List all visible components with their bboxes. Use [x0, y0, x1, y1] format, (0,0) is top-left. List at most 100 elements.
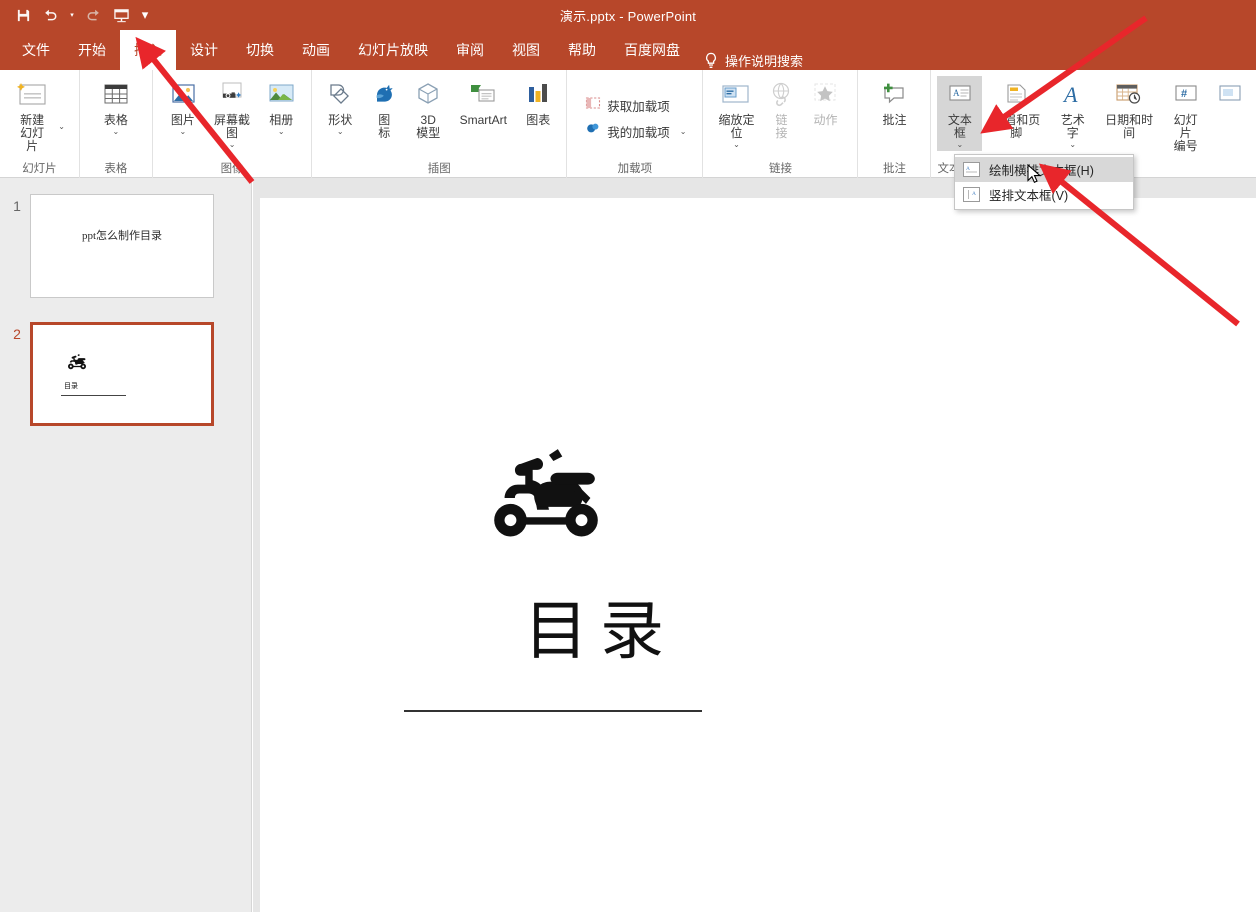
- table-icon: [100, 78, 132, 114]
- ribbon-group-images: 图片 ⌄ 屏幕截图 ⌄ 相册 ⌄ 图像: [151, 70, 311, 178]
- group-label-images: 图像: [220, 163, 244, 175]
- menu-item-draw-horizontal-text-box[interactable]: A 绘制横排文本框(H): [955, 157, 1133, 182]
- smartart-button[interactable]: SmartArt: [450, 76, 516, 129]
- zoom-caret-icon[interactable]: ⌄: [733, 141, 740, 149]
- chart-label: 图表: [526, 113, 551, 127]
- photo-album-button[interactable]: 相册 ⌄: [259, 76, 303, 138]
- group-label-slides: 幻灯片: [22, 163, 57, 175]
- pictures-label: 图片: [170, 113, 195, 127]
- slide-title-text[interactable]: 目录: [260, 580, 940, 672]
- slide-thumbnail-pane[interactable]: 1 ppt怎么制作目录 2 目录: [0, 178, 252, 912]
- text-box-caret-icon[interactable]: ⌄: [957, 141, 964, 149]
- wordart-button[interactable]: A 艺术字 ⌄: [1050, 76, 1095, 151]
- ribbon-group-comments: 批注 批注: [857, 70, 930, 178]
- action-star-icon: [809, 78, 841, 114]
- my-addins-icon: [585, 121, 601, 141]
- shapes-caret-icon[interactable]: ⌄: [337, 128, 344, 136]
- svg-text:A: A: [966, 166, 970, 172]
- menu-item-vertical-text-box[interactable]: A 竖排文本框(V): [955, 182, 1133, 207]
- icons-button[interactable]: 图 标: [362, 76, 406, 142]
- table-caret-icon[interactable]: ⌄: [113, 128, 120, 136]
- zoom-button[interactable]: 缩放定 位 ⌄: [713, 76, 759, 151]
- slide-editing-area[interactable]: 目录: [253, 178, 1256, 912]
- tab-file[interactable]: 文件: [8, 30, 64, 70]
- slide-2-title: 目录: [64, 382, 78, 390]
- lightbulb-icon: [704, 52, 718, 69]
- slide-preview-2[interactable]: 目录: [30, 322, 214, 426]
- ribbon-group-links: 缩放定 位 ⌄ 链 接 动作 链接: [702, 70, 857, 178]
- wordart-caret-icon[interactable]: ⌄: [1069, 141, 1076, 149]
- header-footer-button[interactable]: 页眉和页脚: [982, 76, 1050, 142]
- new-comment-button[interactable]: 批注: [872, 76, 916, 129]
- tell-me-box[interactable]: 操作说明搜索: [694, 51, 803, 70]
- slide-1-title: ppt怎么制作目录: [81, 230, 163, 242]
- svg-text:A: A: [972, 191, 976, 197]
- ribbon-group-table: 表格 ⌄ 表格: [78, 70, 152, 178]
- tab-transitions[interactable]: 切换: [232, 30, 288, 70]
- slide-number-1: 1: [13, 198, 21, 214]
- screenshot-label: 屏幕截图: [214, 113, 251, 140]
- screenshot-button[interactable]: 屏幕截图 ⌄: [205, 76, 259, 151]
- tab-view[interactable]: 视图: [498, 30, 554, 70]
- object-icon: [1215, 78, 1245, 114]
- my-addins-button[interactable]: 我的加载项: [579, 118, 676, 144]
- tab-animations[interactable]: 动画: [288, 30, 344, 70]
- svg-text:A: A: [953, 88, 960, 98]
- new-slide-icon: [15, 78, 49, 114]
- action-label: 动作: [813, 113, 838, 127]
- thumbnail-slide-1[interactable]: 1 ppt怎么制作目录: [4, 194, 214, 298]
- shapes-button[interactable]: 形状 ⌄: [318, 76, 362, 138]
- text-box-button[interactable]: A 文本框 ⌄: [937, 76, 983, 151]
- window-title: 演示.pptx - PowerPoint: [559, 8, 697, 24]
- new-slide-caret-icon[interactable]: ⌄: [54, 76, 69, 131]
- slide-number-button[interactable]: # 幻灯片 编号: [1163, 76, 1208, 155]
- tab-review[interactable]: 审阅: [442, 30, 498, 70]
- object-button-partial[interactable]: [1208, 76, 1252, 116]
- photo-album-caret-icon[interactable]: ⌄: [278, 128, 285, 136]
- powerpoint-window: ▾ ▾ 演示.pptx - PowerPoint 文件 开始 插入 设计 切换 …: [0, 0, 1256, 912]
- tab-home[interactable]: 开始: [64, 30, 120, 70]
- current-slide[interactable]: 目录: [260, 198, 1256, 912]
- smartart-label: SmartArt: [459, 113, 507, 127]
- text-box-icon: A: [945, 78, 975, 114]
- new-comment-label: 批注: [882, 113, 907, 127]
- model-3d-button[interactable]: 3D 模型: [406, 76, 450, 142]
- new-slide-button[interactable]: 新建 幻灯片: [10, 76, 54, 155]
- scooter-icon-thumbnail: [64, 353, 90, 376]
- photo-album-label: 相册: [269, 113, 294, 127]
- get-addins-button[interactable]: 获取加载项: [579, 92, 676, 118]
- slide-2-underline: [61, 395, 126, 396]
- svg-text:#: #: [1181, 88, 1187, 100]
- slide-divider-line[interactable]: [404, 710, 702, 712]
- pictures-caret-icon[interactable]: ⌄: [180, 128, 187, 136]
- shapes-icon: [323, 78, 357, 114]
- link-button: 链 接: [759, 76, 803, 142]
- tab-baidu-netdisk[interactable]: 百度网盘: [610, 30, 694, 70]
- my-addins-caret-icon[interactable]: ⌄: [676, 127, 691, 136]
- tab-design[interactable]: 设计: [176, 30, 232, 70]
- text-box-label: 文本框: [947, 113, 972, 140]
- action-button: 动作: [803, 76, 847, 129]
- 3d-model-icon: [412, 78, 444, 114]
- slide-number-2: 2: [13, 326, 21, 342]
- date-time-button[interactable]: 日期和时间: [1095, 76, 1163, 142]
- chart-button[interactable]: 图表: [516, 76, 560, 129]
- tab-slideshow[interactable]: 幻灯片放映: [344, 30, 442, 70]
- screenshot-caret-icon[interactable]: ⌄: [229, 141, 236, 149]
- ribbon-group-addins: 获取加载项 我的加载项 ⌄ 加载项: [566, 70, 702, 178]
- pictures-button[interactable]: 图片 ⌄: [161, 76, 205, 138]
- thumbnail-slide-2[interactable]: 2 目录: [4, 322, 214, 426]
- menu-item-vertical-text-box-label: 竖排文本框(V): [989, 189, 1069, 203]
- group-label-links: 链接: [768, 163, 792, 175]
- group-label-table: 表格: [104, 163, 128, 175]
- scooter-icon-slide[interactable]: [472, 443, 620, 552]
- link-label: 链 接: [775, 113, 788, 140]
- date-time-label: 日期和时间: [1105, 113, 1154, 140]
- ribbon-tabs: 文件 开始 插入 设计 切换 动画 幻灯片放映 审阅 视图 帮助 百度网盘 操作…: [0, 30, 1256, 70]
- slide-preview-1[interactable]: ppt怎么制作目录: [30, 194, 214, 298]
- title-bar: ▾ ▾ 演示.pptx - PowerPoint: [0, 0, 1256, 30]
- smartart-icon: [465, 78, 501, 114]
- tab-insert[interactable]: 插入: [120, 30, 176, 70]
- tab-help[interactable]: 帮助: [554, 30, 610, 70]
- table-button[interactable]: 表格 ⌄: [94, 76, 138, 138]
